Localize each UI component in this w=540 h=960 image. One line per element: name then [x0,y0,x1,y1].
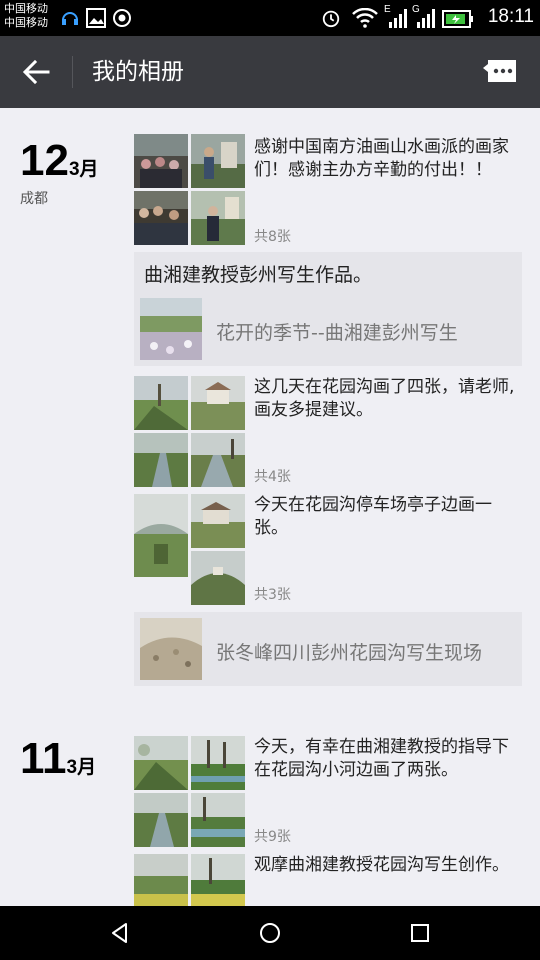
battery-icon [442,10,473,28]
photo-count: 共8张 [254,229,291,245]
wifi-icon [352,8,378,28]
date-day-number: 12 [20,136,69,185]
photo-thumbnail[interactable] [134,736,188,790]
page-title: 我的相册 [92,59,184,85]
nav-home-icon[interactable] [258,921,282,945]
message-icon[interactable] [482,58,518,86]
photo-thumbnail[interactable] [191,854,245,906]
date-day-11: 113月 [20,736,96,791]
circle-icon [113,9,131,27]
photo-count: 共9张 [254,829,291,845]
photo-thumbnail[interactable] [134,433,188,487]
nav-back-icon[interactable] [108,921,132,945]
navigation-bar [0,906,540,960]
date-day-12: 123月 [20,138,99,193]
location-label: 成都 [20,191,48,207]
photo-count: 共4张 [254,469,291,485]
post-caption[interactable]: 这几天在花园沟画了四张，请老师,画友多提建议。 [254,376,516,422]
post-caption[interactable]: 观摩曲湘建教授花园沟写生创作。 [254,854,516,877]
shared-article[interactable]: 张冬峰四川彭州花园沟写生现场 [134,612,522,686]
photo-grid[interactable] [134,854,246,906]
photo-thumbnail[interactable] [191,551,245,605]
headset-icon [62,12,78,25]
title-bar: 我的相册 [0,36,540,108]
photo-thumbnail[interactable] [191,376,245,430]
photo-thumbnail[interactable] [134,854,188,906]
photo-thumbnail[interactable] [191,494,245,548]
photo-grid[interactable] [134,134,246,245]
shared-article-title: 花开的季节--曲湘建彭州写生 [216,322,458,344]
photo-thumbnail[interactable] [134,376,188,430]
shared-article-caption: 曲湘建教授彭州写生作品。 [144,264,373,286]
alarm-icon [322,10,340,28]
post-caption[interactable]: 今天在花园沟停车场亭子边画一张。 [254,494,516,540]
photo-thumbnail[interactable] [191,134,245,188]
photo-thumbnail[interactable] [134,191,188,245]
post-caption[interactable]: 感谢中国南方油画山水画派的画家们！感谢主办方辛勤的付出！！ [254,136,516,182]
shared-article[interactable]: 曲湘建教授彭州写生作品。 花开的季节--曲湘建彭州写生 [134,252,522,366]
photo-grid[interactable] [134,494,246,605]
album-timeline: 123月 成都 感谢中国南方油画山水画派的画家们！感谢主办方辛勤的付出！！ 共8… [0,108,540,906]
photo-grid[interactable] [134,376,246,487]
photo-thumbnail[interactable] [191,793,245,847]
photo-thumbnail[interactable] [191,736,245,790]
article-thumbnail [140,298,202,360]
photo-grid[interactable] [134,736,246,847]
clock: 18:11 [487,6,534,27]
status-bar: 中国移动 中国移动 E G 18:11 [0,0,540,36]
title-divider [72,56,73,88]
carrier-1: 中国移动 [4,2,48,15]
carrier-labels: 中国移动 中国移动 [4,2,48,30]
photo-thumbnail[interactable] [191,433,245,487]
article-thumbnail [140,618,202,680]
photo-thumbnail[interactable] [191,191,245,245]
date-month: 3月 [68,159,99,180]
carrier-2: 中国移动 [4,16,48,29]
image-icon [86,8,106,28]
nav-recents-icon[interactable] [408,921,432,945]
date-day-number: 11 [20,734,67,783]
photo-thumbnail[interactable] [134,793,188,847]
photo-thumbnail[interactable] [134,134,188,188]
signal-icon-2 [417,9,435,28]
signal-icon-1 [389,9,407,28]
back-arrow-icon[interactable] [20,56,52,88]
date-month: 3月 [66,757,97,778]
photo-thumbnail[interactable] [134,494,188,577]
shared-article-title: 张冬峰四川彭州花园沟写生现场 [216,642,483,664]
post-caption[interactable]: 今天，有幸在曲湘建教授的指导下在花园沟小河边画了两张。 [254,736,516,782]
photo-count: 共3张 [254,587,291,603]
